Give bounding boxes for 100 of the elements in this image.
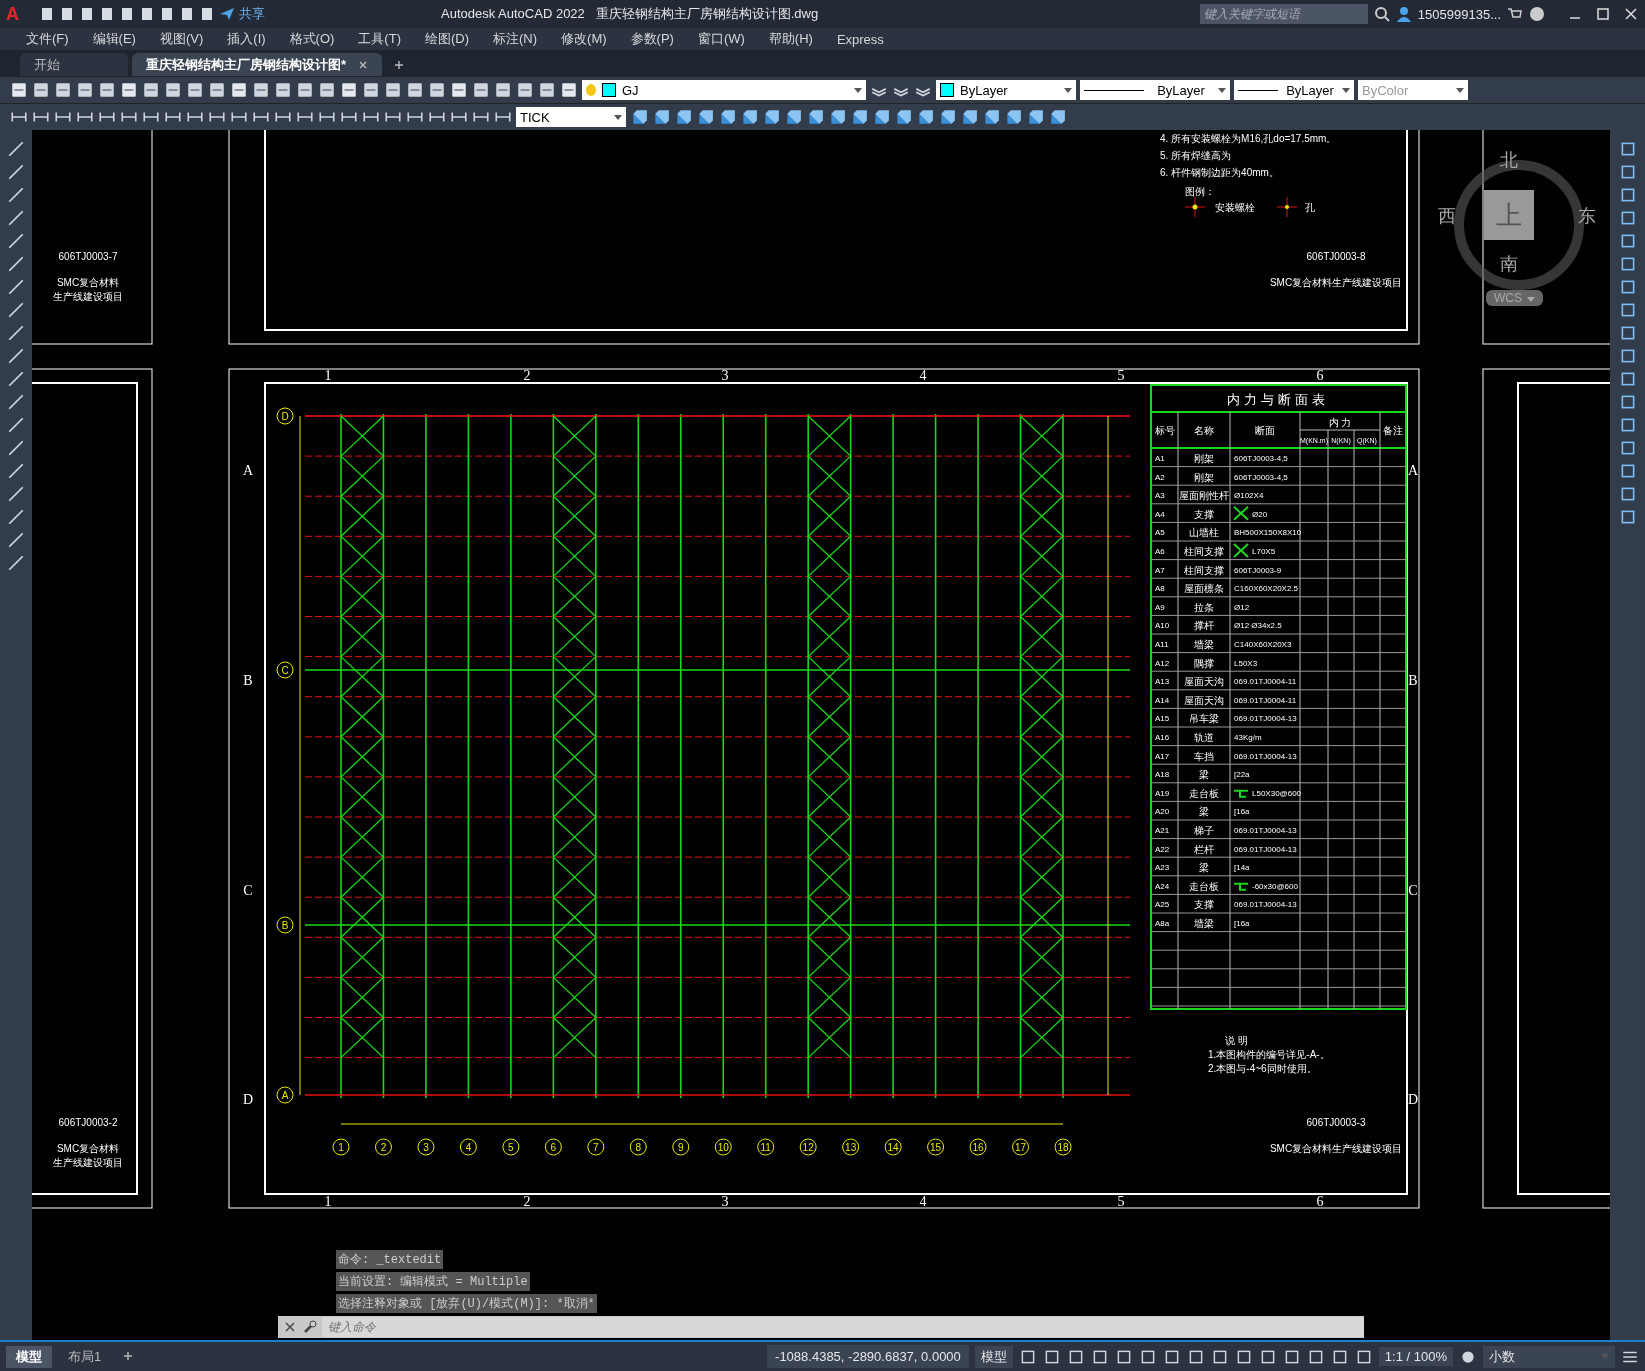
menu-item[interactable]: 格式(O) [277, 30, 347, 48]
table-cell: 拉条 [1194, 601, 1214, 613]
zone-number: 6 [1316, 1194, 1324, 1209]
table-cell: A8a [1155, 919, 1170, 928]
dim-style-dropdown[interactable]: TICK [516, 107, 626, 127]
close-icon[interactable] [1623, 6, 1639, 22]
units-dropdown[interactable]: 小数 [1483, 1345, 1615, 1368]
close-icon[interactable] [358, 59, 369, 70]
table-cell: A12 [1155, 658, 1170, 668]
zone-number: 2 [523, 1194, 531, 1209]
user-icon[interactable] [1395, 6, 1412, 22]
cube-icon[interactable] [916, 108, 934, 126]
column-header: 断面 [1255, 425, 1275, 436]
table-cell: A20 [1155, 807, 1170, 817]
layout-tab[interactable]: 布局1 [58, 1345, 112, 1368]
cube-icon[interactable] [784, 108, 802, 126]
table-cell: A25 [1155, 900, 1170, 910]
zone-number: 4 [919, 1194, 927, 1209]
grid-bubble: 14 [884, 1138, 902, 1156]
line-icon[interactable] [7, 140, 25, 158]
grid-bubble: 17 [1012, 1138, 1030, 1156]
table-cell: 梁 [1199, 806, 1209, 818]
table-cell: A17 [1155, 751, 1170, 761]
cube-icon[interactable] [1004, 108, 1022, 126]
send-icon[interactable] [219, 6, 235, 22]
menu-item[interactable]: 编辑(E) [80, 30, 148, 48]
table-cell: 屋面刚性杆 [1179, 490, 1229, 502]
table-cell: 梁 [1199, 862, 1209, 874]
cube-icon[interactable] [872, 108, 890, 126]
zone-number: 6 [1316, 368, 1324, 383]
file-tab[interactable]: 重庆轻钢结构主厂房钢结构设计图* [132, 53, 383, 76]
cube-icon[interactable] [740, 108, 758, 126]
table-cell: 柱间支撑 [1184, 546, 1224, 557]
cube-icon[interactable] [828, 108, 846, 126]
cube-icon[interactable] [762, 108, 780, 126]
zone-letter: A [1407, 463, 1419, 478]
color-dropdown[interactable]: ByLayer [936, 80, 1076, 100]
table-cell: Ø102X4 [1234, 491, 1264, 501]
maximize-icon[interactable] [1595, 6, 1611, 22]
command-input[interactable]: 键入命令 [322, 1317, 1364, 1337]
table-cell: 隅撑 [1194, 657, 1214, 669]
table-cell: A22 [1155, 844, 1170, 854]
note-text: 说 明 [1225, 1035, 1248, 1046]
zone-letter: A [242, 463, 254, 478]
hole-symbol-icon [1276, 196, 1298, 218]
layout-tab[interactable]: 模型 [6, 1345, 52, 1368]
project-name: SMC复合材料 [56, 277, 120, 288]
table-cell: 墙梁 [1194, 639, 1214, 650]
lineweight-dropdown[interactable]: ByLayer [1234, 80, 1354, 100]
cube-icon[interactable] [696, 108, 714, 126]
table-cell: A23 [1155, 863, 1170, 873]
search-icon[interactable] [1373, 6, 1390, 22]
cube-icon[interactable] [630, 108, 648, 126]
zone-number: 1 [324, 368, 332, 383]
note-text: 2.本图与-4~6同时使用。 [1208, 1063, 1317, 1074]
table-cell: 墙梁 [1194, 918, 1214, 929]
model-space-button[interactable]: 模型 [974, 1345, 1013, 1368]
wrench-icon[interactable] [302, 1319, 318, 1335]
drawing-number: 606TJ0003-3 [1306, 1117, 1366, 1128]
cube-icon[interactable] [960, 108, 978, 126]
layer-dropdown[interactable]: GJ [582, 80, 866, 100]
cube-icon[interactable] [938, 108, 956, 126]
cube-icon[interactable] [652, 108, 670, 126]
menu-item[interactable]: 视图(V) [147, 30, 216, 48]
grid-bubble: 15 [927, 1138, 945, 1156]
file-tab[interactable]: 开始 [20, 53, 128, 76]
table-cell: [22a [1234, 770, 1250, 780]
linetype-dropdown[interactable]: ByLayer [1080, 80, 1230, 100]
bolt-symbol-icon [1184, 196, 1206, 218]
menu-item[interactable]: 工具(T) [346, 30, 413, 48]
cube-icon[interactable] [982, 108, 1000, 126]
annotation-scale-button[interactable]: 1:1 / 100% [1378, 1347, 1453, 1366]
search-field[interactable]: 键入关键字或短语 [1199, 4, 1368, 24]
table-cell: 069.01TJ0004-13 [1234, 900, 1297, 910]
table-cell: L50X30@600 [1252, 788, 1302, 798]
cube-icon[interactable] [674, 108, 692, 126]
menu-item[interactable]: 窗口(W) [685, 30, 757, 48]
grid-bubble: C [276, 661, 294, 679]
menu-item[interactable]: 参数(P) [618, 30, 686, 48]
menu-item[interactable]: 标注(N) [481, 30, 550, 48]
menu-item[interactable]: 修改(M) [549, 30, 619, 48]
table-title: 内力与断面表 [1227, 392, 1329, 407]
cube-icon[interactable] [850, 108, 868, 126]
menu-item[interactable]: Express [824, 31, 896, 47]
menu-item[interactable]: 文件(F) [14, 30, 81, 48]
table-cell: A19 [1155, 788, 1170, 798]
user-name[interactable]: 1505999135... [1417, 6, 1501, 22]
drawing-number: 606TJ0003-7 [58, 251, 118, 262]
table-cell: A5 [1155, 528, 1165, 538]
menu-item[interactable]: 插入(I) [215, 30, 278, 48]
coordinates-readout[interactable]: -1088.4385, -2890.6837, 0.0000 [767, 1345, 969, 1368]
share-button[interactable]: 共享 [239, 5, 265, 23]
table-cell: C160X60X20X2.5 [1234, 584, 1299, 594]
cube-icon[interactable] [1048, 108, 1066, 126]
cube-icon[interactable] [894, 108, 912, 126]
table-cell: L50X3 [1234, 658, 1258, 668]
menu-item[interactable]: 帮助(H) [756, 30, 825, 48]
cube-icon[interactable] [1026, 108, 1044, 126]
cube-icon[interactable] [806, 108, 824, 126]
menu-item[interactable]: 绘图(D) [412, 30, 481, 48]
